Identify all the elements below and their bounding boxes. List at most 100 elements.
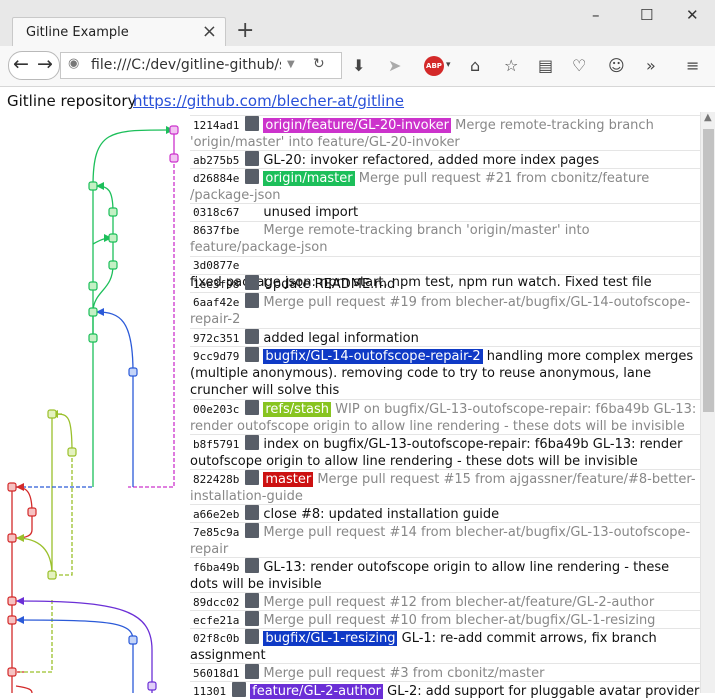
forward-icon[interactable]: → [37,53,53,75]
commit-row[interactable]: 0318c67 unused import [190,203,700,221]
dropdown-icon[interactable]: ▼ [287,59,295,70]
emoji-icon[interactable]: ☺ [608,56,625,75]
overflow-icon[interactable]: » [646,56,656,75]
commit-row[interactable]: 6aaf42e Merge pull request #19 from blech… [190,292,700,328]
commit-row[interactable]: 9cc9d79 bugfix/GL-14-outofscope-repair-2 … [190,346,700,399]
commit-row[interactable]: 00e203c refs/stash WIP on bugfix/GL-13-ou… [190,399,700,435]
commit-row[interactable]: 8637fbe Merge remote-tracking branch 'ori… [190,221,700,256]
avatar [245,116,260,131]
commit-hash: b8f5791 [193,438,240,451]
commit-dot [108,233,118,243]
avatar [245,400,260,415]
commit-row[interactable]: 11301 feature/GL-2-author GL-2: add suppo… [190,681,700,700]
commit-row[interactable]: 02f8c0b bugfix/GL-1-resizing GL-1: re-add… [190,628,700,664]
graph-edge [15,619,134,693]
branch-label[interactable]: feature/GL-2-author [250,684,384,699]
commit-dot [7,667,17,677]
commit-dot [108,207,118,217]
commit-row[interactable]: ecfe21a Merge pull request #10 from blech… [190,610,700,629]
browser-tab-bar: Gitline Example × + – ☐ ✕ [0,0,715,47]
branch-label[interactable]: refs/stash [263,402,331,417]
browser-tab[interactable]: Gitline Example × [12,17,226,47]
commit-row[interactable]: f6ba49b GL-13: render outofscope origin t… [190,557,700,593]
vertical-scrollbar[interactable]: ▲ [700,112,715,693]
commit-row[interactable]: b8f5791 index on bugfix/GL-13-outofscope-… [190,434,700,470]
commit-dot [7,533,17,543]
commit-dot [88,307,98,317]
close-window-icon[interactable]: ✕ [686,6,699,24]
pocket-icon[interactable]: ♡ [572,56,586,75]
page-header: Gitline repository https://github.com/bl… [0,88,700,112]
reading-list-icon[interactable]: ▤ [538,56,553,75]
graph-edge [55,413,73,453]
commit-dot [169,153,179,163]
commit-hash: 8637fbe [193,224,240,237]
commit-hash: 1ee3f98 [193,278,240,291]
commit-dot [88,281,98,291]
commit-row[interactable]: 822428b master Merge pull request #15 fro… [190,469,700,505]
commit-hash: 9cc9d79 [193,350,240,363]
branch-label[interactable]: master [263,472,314,487]
commit-row[interactable]: d26884e origin/master Merge pull request … [190,168,700,204]
avatar [245,629,260,644]
commit-row[interactable]: 972c351 added legal information [190,328,700,347]
commit-hash: 3d0877e [193,259,240,272]
branch-label[interactable]: origin/master [263,171,355,186]
avatar [245,611,260,626]
commit-row[interactable]: ab275b5 GL-20: invoker refactored, added … [190,150,700,169]
repository-link[interactable]: https://github.com/blecher-at/gitline [133,92,404,110]
graph-edge [96,311,134,373]
graph-arrow [16,534,24,542]
branch-label[interactable]: bugfix/GL-1-resizing [263,631,398,646]
back-icon[interactable]: ← [13,53,29,75]
branch-label[interactable]: bugfix/GL-14-outofscope-repair-2 [263,349,483,364]
commit-hash: d26884e [193,172,240,185]
commit-row[interactable]: 89dcc02 Merge pull request #12 from blech… [190,592,700,611]
avatar [245,593,260,608]
send-icon[interactable]: ➤ [388,56,401,75]
graph-edge [128,158,175,488]
graph-edge [15,537,53,576]
avatar [232,682,247,697]
graph-edge [15,685,33,693]
avatar [245,329,260,344]
commit-dot [7,482,17,492]
commit-hash: 6aaf42e [193,296,240,309]
url-bar[interactable]: ◉ file:///C:/dev/gitline-github/src ▼ ↻ [60,52,342,79]
commit-row[interactable]: 7e85c9a Merge pull request #14 from blech… [190,522,700,558]
bookmark-star-icon[interactable]: ☆ [504,56,518,75]
tab-close-icon[interactable]: × [202,21,217,42]
menu-icon[interactable]: ≡ [686,56,699,75]
minimize-icon[interactable]: – [592,6,600,24]
reload-icon[interactable]: ↻ [313,56,325,72]
commit-message: Merge pull request #12 from blecher-at/f… [263,595,655,610]
avatar [245,523,260,538]
back-forward-group: ← → [8,51,60,80]
commit-row[interactable]: a66e2eb close #8: updated installation gu… [190,504,700,523]
new-tab-icon[interactable]: + [236,18,254,43]
commit-hash: 89dcc02 [193,596,240,609]
adblock-icon[interactable]: ABP [424,56,444,76]
maximize-icon[interactable]: ☐ [640,6,653,24]
scroll-up-icon[interactable]: ▲ [704,112,712,123]
download-icon[interactable]: ⬇ [352,56,365,75]
graph-arrow [16,483,24,491]
commit-row[interactable]: 1ee3f98 Update README.md [190,274,700,293]
avatar [245,275,260,290]
url-input[interactable]: file:///C:/dev/gitline-github/src [91,57,281,73]
commit-row[interactable]: 1214ad1 origin/feature/GL-20-invoker Merg… [190,115,700,151]
commit-message: Merge remote-tracking branch 'origin/mas… [190,223,590,255]
page-title: Gitline repository [7,92,137,110]
home-icon[interactable]: ⌂ [470,56,480,75]
commit-row[interactable]: 56018d1 Merge pull request #3 from cbonit… [190,663,700,682]
commit-message: Merge pull request #19 from blecher-at/b… [190,295,691,327]
avatar [245,151,260,166]
commit-dot [108,260,118,270]
adblock-dropdown-icon[interactable]: ▾ [446,60,451,70]
commit-hash: 56018d1 [193,667,240,680]
branch-label[interactable]: origin/feature/GL-20-invoker [263,118,451,133]
scrollbar-thumb[interactable] [703,129,714,412]
commit-hash: 1214ad1 [193,119,240,132]
commit-message: unused import [263,205,359,220]
commit-dot [27,507,37,517]
